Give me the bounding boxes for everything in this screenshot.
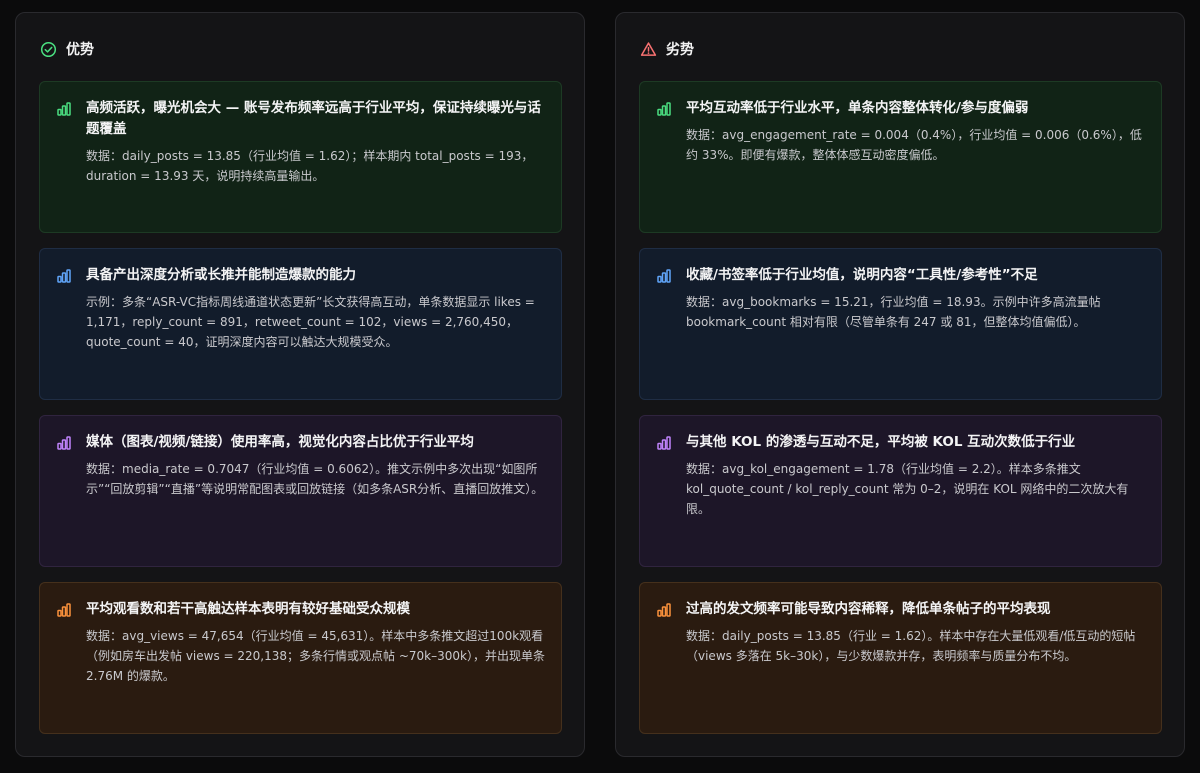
card-body: 示例：多条“ASR-VC指标周线通道状态更新”长文获得高互动，单条数据显示 li… <box>86 295 535 349</box>
bar-chart-icon <box>657 436 671 450</box>
swot-page: 优势 高频活跃，曝光机会大 — 账号发布频率远高于行业平均，保证持续曝光与话题覆… <box>0 0 1200 773</box>
strengths-panel: 优势 高频活跃，曝光机会大 — 账号发布频率远高于行业平均，保证持续曝光与话题覆… <box>15 12 585 757</box>
card-body: 数据：daily_posts = 13.85（行业 = 1.62）。样本中存在大… <box>686 629 1136 663</box>
card-title: 平均互动率低于行业水平，单条内容整体转化/参与度偏弱 <box>686 100 1029 116</box>
card-body: 数据：avg_kol_engagement = 1.78（行业均值 = 2.2）… <box>686 462 1129 516</box>
strengths-header: 优势 <box>40 39 94 59</box>
card-title: 媒体（图表/视频/链接）使用率高，视觉化内容占比优于行业平均 <box>86 434 474 450</box>
strength-card-2: 具备产出深度分析或长推并能制造爆款的能力 示例：多条“ASR-VC指标周线通道状… <box>39 248 562 400</box>
weakness-card-1: 平均互动率低于行业水平，单条内容整体转化/参与度偏弱 数据：avg_engage… <box>639 81 1162 233</box>
card-body: 数据：avg_bookmarks = 15.21，行业均值 = 18.93。示例… <box>686 295 1101 329</box>
card-title: 平均观看数和若干高触达样本表明有较好基础受众规模 <box>86 601 410 617</box>
weaknesses-header: 劣势 <box>640 39 694 59</box>
bar-chart-icon <box>57 269 71 283</box>
bar-chart-icon <box>57 603 71 617</box>
card-body: 数据：daily_posts = 13.85（行业均值 = 1.62）；样本期内… <box>86 149 534 183</box>
weakness-card-4: 过高的发文频率可能导致内容稀释，降低单条帖子的平均表现 数据：daily_pos… <box>639 582 1162 734</box>
weaknesses-title: 劣势 <box>666 42 694 58</box>
weaknesses-panel: 劣势 平均互动率低于行业水平，单条内容整体转化/参与度偏弱 数据：avg_eng… <box>615 12 1185 757</box>
card-body: 数据：media_rate = 0.7047（行业均值 = 0.6062）。推文… <box>86 462 544 496</box>
strength-card-4: 平均观看数和若干高触达样本表明有较好基础受众规模 数据：avg_views = … <box>39 582 562 734</box>
strength-card-1: 高频活跃，曝光机会大 — 账号发布频率远高于行业平均，保证持续曝光与话题覆盖 数… <box>39 81 562 233</box>
check-circle-icon <box>40 41 57 57</box>
card-title: 高频活跃，曝光机会大 — 账号发布频率远高于行业平均，保证持续曝光与话题覆盖 <box>86 100 541 137</box>
weakness-card-2: 收藏/书签率低于行业均值，说明内容“工具性/参考性”不足 数据：avg_book… <box>639 248 1162 400</box>
bar-chart-icon <box>657 269 671 283</box>
weakness-card-3: 与其他 KOL 的渗透与互动不足，平均被 KOL 互动次数低于行业 数据：avg… <box>639 415 1162 567</box>
bar-chart-icon <box>57 102 71 116</box>
bar-chart-icon <box>657 102 671 116</box>
card-body: 数据：avg_views = 47,654（行业均值 = 45,631）。样本中… <box>86 629 545 683</box>
bar-chart-icon <box>657 603 671 617</box>
card-title: 具备产出深度分析或长推并能制造爆款的能力 <box>86 267 356 283</box>
strengths-title: 优势 <box>66 42 94 58</box>
card-body: 数据：avg_engagement_rate = 0.004（0.4%），行业均… <box>686 128 1142 162</box>
strength-card-3: 媒体（图表/视频/链接）使用率高，视觉化内容占比优于行业平均 数据：media_… <box>39 415 562 567</box>
card-title: 与其他 KOL 的渗透与互动不足，平均被 KOL 互动次数低于行业 <box>686 434 1076 450</box>
card-title: 收藏/书签率低于行业均值，说明内容“工具性/参考性”不足 <box>686 267 1038 283</box>
card-title: 过高的发文频率可能导致内容稀释，降低单条帖子的平均表现 <box>686 601 1051 617</box>
warning-triangle-icon <box>640 41 657 56</box>
bar-chart-icon <box>57 436 71 450</box>
